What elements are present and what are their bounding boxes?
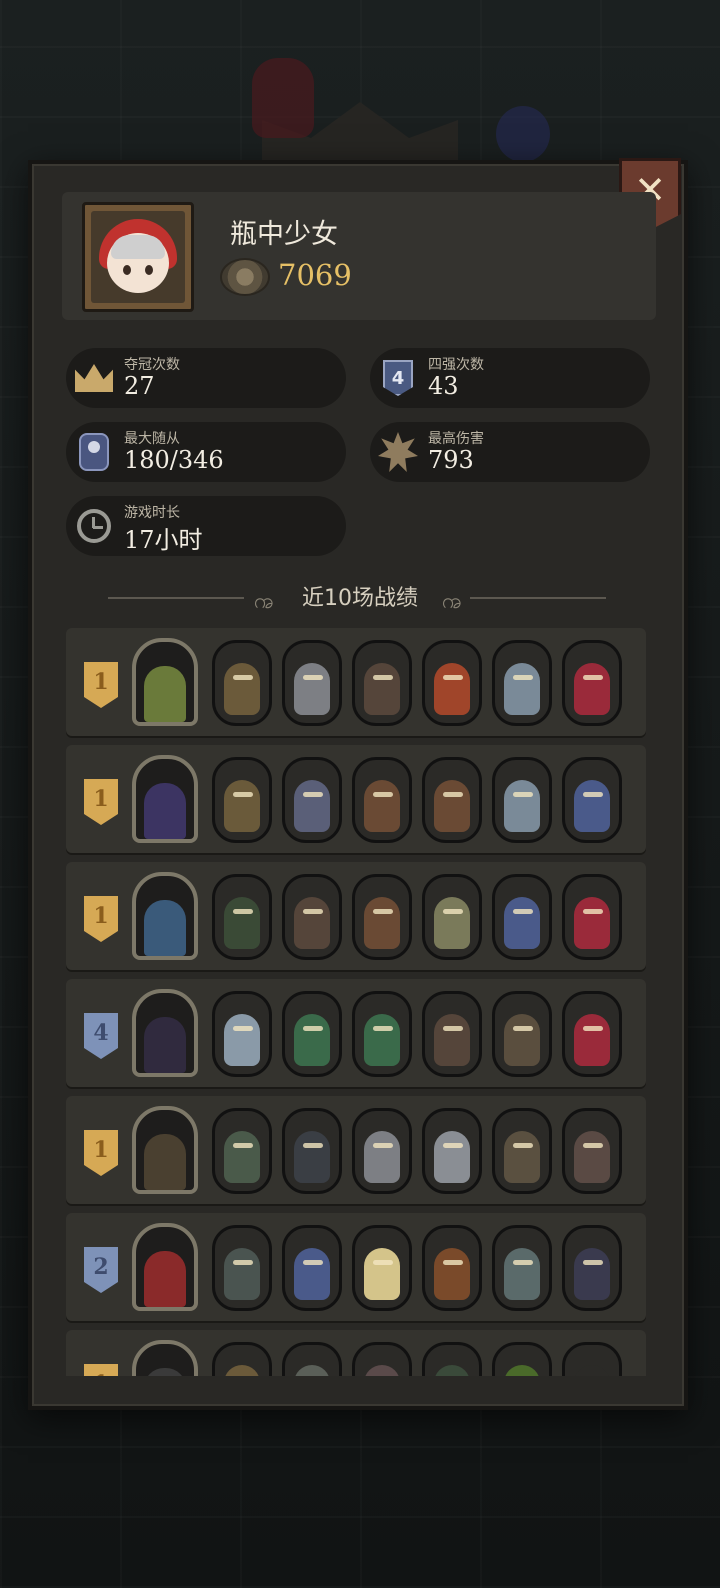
- stat-label: 最高伤害: [428, 431, 484, 447]
- minion-card[interactable]: [422, 1342, 482, 1376]
- minion-card[interactable]: [562, 1108, 622, 1194]
- stat-label: 四强次数: [428, 357, 484, 373]
- minion-card[interactable]: [422, 1108, 482, 1194]
- minion-card[interactable]: [422, 874, 482, 960]
- minion-card[interactable]: [352, 640, 412, 726]
- match-record-row[interactable]: 4: [66, 979, 646, 1087]
- stat-label: 游戏时长: [124, 505, 180, 521]
- minion-card[interactable]: [492, 1342, 552, 1376]
- background-lantern: [252, 58, 314, 138]
- hero-portrait[interactable]: [132, 755, 198, 843]
- hero-portrait[interactable]: [132, 1223, 198, 1311]
- minion-card[interactable]: [212, 1342, 272, 1376]
- match-record-row[interactable]: 2: [66, 1213, 646, 1321]
- swirl-icon: ꩠ: [442, 589, 463, 614]
- player-rating: 7069: [278, 258, 352, 292]
- minion-card[interactable]: [212, 1225, 272, 1311]
- stat-max-damage: 最高伤害 793: [370, 422, 650, 482]
- match-record-row[interactable]: 1: [66, 862, 646, 970]
- stat-value: 17小时: [124, 526, 203, 554]
- top4-shield-icon: 4: [383, 360, 413, 396]
- avatar-portrait: [91, 211, 185, 303]
- minion-card[interactable]: [282, 1342, 342, 1376]
- minion-card[interactable]: [492, 757, 552, 843]
- minion-card[interactable]: [282, 1225, 342, 1311]
- stat-label: 夺冠次数: [124, 357, 180, 373]
- rank-badge: 4: [84, 1013, 118, 1059]
- stat-play-time: 游戏时长 17小时: [66, 496, 346, 556]
- rank-badge: 1: [84, 662, 118, 708]
- stat-max-minions: 最大随从 180/346: [66, 422, 346, 482]
- minion-card[interactable]: [422, 1225, 482, 1311]
- rank-badge: 2: [84, 1247, 118, 1293]
- minion-card[interactable]: [282, 1108, 342, 1194]
- stat-value: 793: [428, 446, 474, 474]
- background-potion: [496, 106, 550, 162]
- rating-coin-icon: [220, 258, 270, 296]
- minion-card[interactable]: [492, 1108, 552, 1194]
- minion-card[interactable]: [492, 991, 552, 1077]
- minion-card[interactable]: [562, 640, 622, 726]
- minion-card[interactable]: [352, 1342, 412, 1376]
- minion-card[interactable]: [352, 1225, 412, 1311]
- stat-value: 43: [428, 372, 459, 400]
- minion-card[interactable]: [492, 874, 552, 960]
- rank-badge: 1: [84, 896, 118, 942]
- rank-badge: 1: [84, 1364, 118, 1376]
- minion-icon: [79, 433, 109, 471]
- hero-portrait[interactable]: [132, 1340, 198, 1376]
- minion-card[interactable]: [422, 757, 482, 843]
- stat-top4: 4 四强次数 43: [370, 348, 650, 408]
- hero-portrait[interactable]: [132, 872, 198, 960]
- minion-card[interactable]: [562, 874, 622, 960]
- minion-card[interactable]: [212, 640, 272, 726]
- minion-card[interactable]: [212, 874, 272, 960]
- minion-card[interactable]: [212, 991, 272, 1077]
- hero-portrait[interactable]: [132, 989, 198, 1077]
- minion-card[interactable]: [562, 757, 622, 843]
- match-record-row[interactable]: 1: [66, 745, 646, 853]
- crown-icon: [75, 364, 113, 392]
- clock-icon: [77, 509, 111, 543]
- minion-card[interactable]: [352, 757, 412, 843]
- avatar[interactable]: [82, 202, 194, 312]
- recent-matches-list[interactable]: 1 1 1 4 1 2 1: [66, 628, 648, 1376]
- minion-card[interactable]: [562, 991, 622, 1077]
- stat-value: 27: [124, 372, 155, 400]
- minion-card[interactable]: [352, 874, 412, 960]
- minion-card[interactable]: [562, 1342, 622, 1376]
- stat-value: 180/346: [124, 446, 224, 474]
- minion-card[interactable]: [352, 991, 412, 1077]
- stat-championships: 夺冠次数 27: [66, 348, 346, 408]
- minion-card[interactable]: [352, 1108, 412, 1194]
- minion-card[interactable]: [212, 1108, 272, 1194]
- minion-card[interactable]: [492, 640, 552, 726]
- minion-card[interactable]: [422, 640, 482, 726]
- minion-card[interactable]: [282, 640, 342, 726]
- recent-matches-title: 近10场战绩: [302, 586, 418, 611]
- divider-right: [470, 597, 606, 599]
- profile-header: 瓶中少女 7069: [62, 192, 656, 320]
- minion-card[interactable]: [422, 991, 482, 1077]
- minion-card[interactable]: [282, 874, 342, 960]
- minion-card[interactable]: [212, 757, 272, 843]
- minion-card[interactable]: [282, 757, 342, 843]
- rank-badge: 1: [84, 779, 118, 825]
- player-name: 瓶中少女: [230, 219, 338, 250]
- match-record-row[interactable]: 1: [66, 628, 646, 736]
- minion-card[interactable]: [282, 991, 342, 1077]
- rank-badge: 1: [84, 1130, 118, 1176]
- minion-card[interactable]: [562, 1225, 622, 1311]
- damage-burst-icon: [378, 432, 418, 472]
- hero-portrait[interactable]: [132, 1106, 198, 1194]
- hero-portrait[interactable]: [132, 638, 198, 726]
- stat-label: 最大随从: [124, 431, 180, 447]
- match-record-row[interactable]: 1: [66, 1330, 646, 1376]
- match-record-row[interactable]: 1: [66, 1096, 646, 1204]
- minion-card[interactable]: [492, 1225, 552, 1311]
